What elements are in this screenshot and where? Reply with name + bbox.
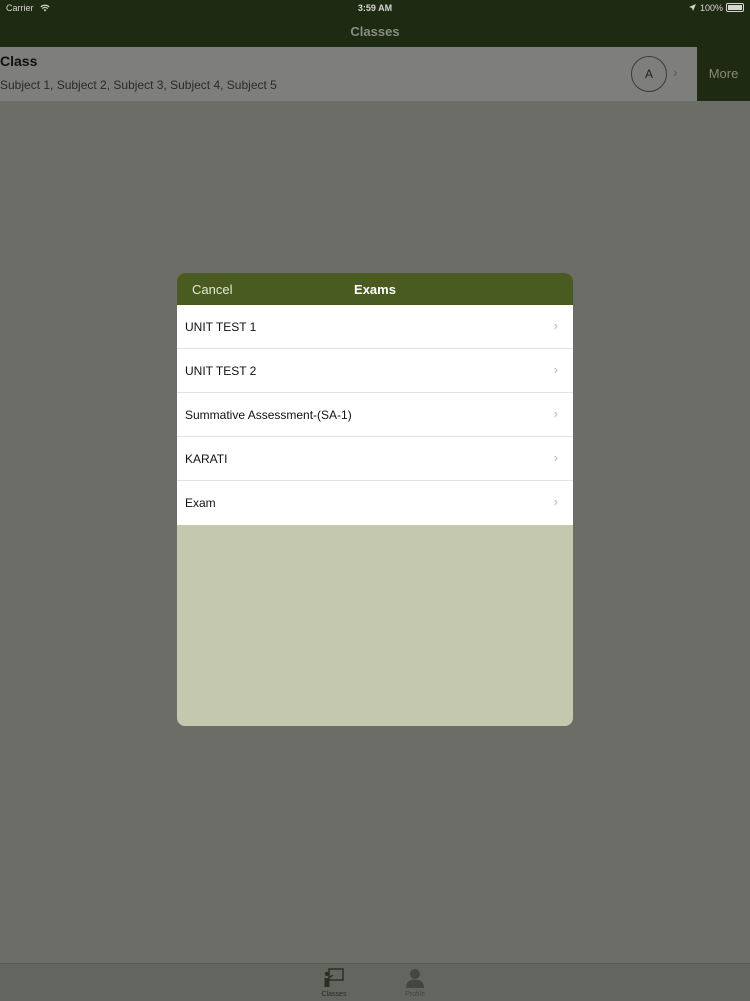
nav-title: Classes [350,24,400,39]
status-bar: Carrier 3:59 AM 100% [0,0,750,16]
exam-item-summative-assessment[interactable]: Summative Assessment-(SA-1) › [177,393,573,437]
chevron-right-icon: › [553,318,558,333]
class-subjects: Subject 1, Subject 2, Subject 3, Subject… [0,78,277,92]
exam-item-unit-test-2[interactable]: UNIT TEST 2 › [177,349,573,393]
battery-icon [726,3,744,12]
tab-profile[interactable]: Profile [390,968,440,998]
chevron-right-icon: › [673,64,678,80]
class-row[interactable]: Class Subject 1, Subject 2, Subject 3, S… [0,47,750,101]
exams-modal: Cancel Exams UNIT TEST 1 › UNIT TEST 2 ›… [177,273,573,726]
exam-item-label: Exam [185,496,216,510]
battery-indicator: 100% [688,3,744,13]
tab-classes[interactable]: Classes [309,968,359,998]
exam-item-label: UNIT TEST 2 [185,364,257,378]
battery-percent: 100% [699,3,723,13]
tab-label: Classes [321,991,347,998]
modal-title: Exams [354,282,396,297]
chevron-right-icon: › [553,406,558,421]
exam-list: UNIT TEST 1 › UNIT TEST 2 › Summative As… [177,305,573,525]
person-icon [406,969,424,988]
exam-item-label: UNIT TEST 1 [185,320,257,334]
avatar[interactable]: A [631,56,667,92]
chevron-right-icon: › [553,450,558,465]
tab-bar: Classes Profile [0,963,750,1001]
more-button[interactable]: More [697,47,750,101]
exam-item-unit-test-1[interactable]: UNIT TEST 1 › [177,305,573,349]
modal-header: Cancel Exams [177,273,573,305]
status-time: 3:59 AM [357,3,393,13]
classroom-icon [324,968,344,987]
exam-item-label: KARATI [185,452,228,466]
exam-item-label: Summative Assessment-(SA-1) [185,408,352,422]
navigation-bar: Classes [0,16,750,47]
chevron-right-icon: › [553,494,558,509]
exam-item-karati[interactable]: KARATI › [177,437,573,481]
class-title: Class [0,53,38,69]
chevron-right-icon: › [553,362,558,377]
tab-label: Profile [405,991,425,998]
exam-item-exam[interactable]: Exam › [177,481,573,525]
location-arrow-icon [688,4,696,11]
